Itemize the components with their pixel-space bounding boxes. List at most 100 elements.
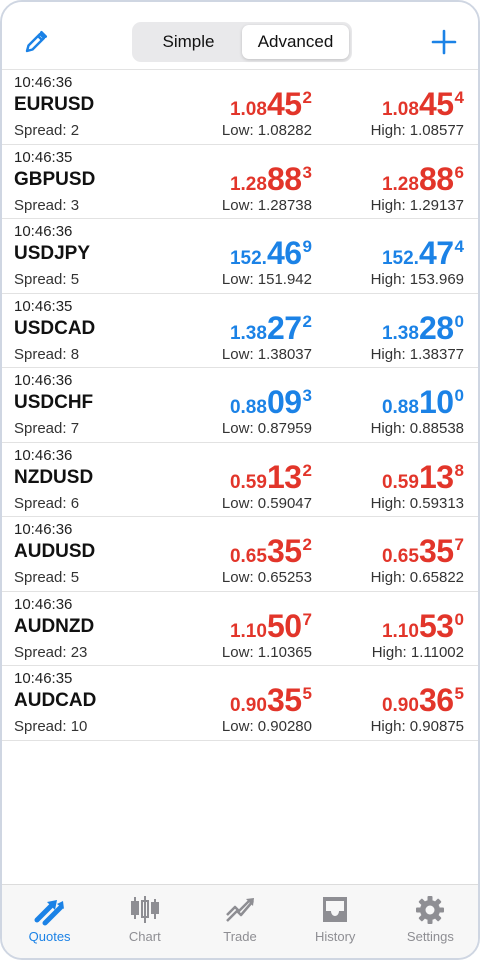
quote-high: High: 1.08577 xyxy=(370,122,464,139)
quote-spread: Spread: 6 xyxy=(14,494,80,512)
ask-price-prefix: 1.10 xyxy=(381,620,419,642)
trade-trend-icon xyxy=(226,898,254,922)
bid-price-prefix: 1.10 xyxy=(229,620,267,642)
bid-price-fraction: 2 xyxy=(302,535,312,554)
tab-label: History xyxy=(314,929,356,944)
ask-price-fraction: 0 xyxy=(454,386,464,405)
quote-high: High: 153.969 xyxy=(370,271,464,288)
quote-time: 10:46:36 xyxy=(14,372,73,389)
ask-price-fraction: 8 xyxy=(454,460,464,480)
quote-row-usdcad[interactable]: 10:46:35 USDCAD Spread: 8 1.38272 1.38280 Low… xyxy=(2,294,478,368)
ask-price-prefix: 0.90 xyxy=(381,695,419,716)
ask-price-pips: 10 xyxy=(418,384,454,420)
quote-spread: Spread: 10 xyxy=(14,718,88,735)
bid-price: 1.08452 xyxy=(229,86,312,122)
quote-symbol: USDJPY xyxy=(14,243,91,264)
ask-price-pips: 47 xyxy=(418,235,454,271)
quote-symbol: AUDNZD xyxy=(14,615,95,637)
bid-price-pips: 45 xyxy=(266,86,302,122)
ask-price: 0.88100 xyxy=(382,384,464,420)
bid-price-prefix: 0.65 xyxy=(229,546,267,567)
quote-low: Low: 0.65253 xyxy=(221,569,312,586)
ask-price-pips: 53 xyxy=(418,607,454,644)
bid-price: 0.65352 xyxy=(229,533,312,569)
bid-price-prefix: 0.59 xyxy=(229,471,267,493)
quote-row-usdchf[interactable]: 10:46:36 USDCHF Spread: 7 0.88093 0.88100 Low… xyxy=(2,368,478,443)
quote-spread: Spread: 5 xyxy=(14,569,80,586)
quote-row-gbpusd[interactable]: 10:46:35 GBPUSD Spread: 3 1.28883 1.28886 Low… xyxy=(2,145,478,219)
quote-row-audnzd[interactable]: 10:46:36 AUDNZD Spread: 23 1.10507 1.10530 Lo… xyxy=(2,592,478,666)
tab-trade[interactable]: Trade xyxy=(192,885,287,958)
ask-price: 1.10530 xyxy=(381,607,464,644)
quote-row-nzdusd[interactable]: 10:46:36 NZDUSD Spread: 6 0.59132 0.59138 Low… xyxy=(2,443,478,517)
tab-bar: Quotes Chart Trade History Settings xyxy=(2,884,478,958)
bid-price-fraction: 2 xyxy=(302,311,312,331)
tab-settings[interactable]: Settings xyxy=(383,885,478,958)
ask-price: 152.474 xyxy=(381,235,464,271)
quote-row-usdjpy[interactable]: 10:46:36 USDJPY Spread: 5 152.469 152.474 Low… xyxy=(2,219,478,294)
bid-price-fraction: 9 xyxy=(302,237,312,256)
quote-row-eurusd[interactable]: 10:46:36 EURUSD Spread: 2 1.08452 1.08454 Low… xyxy=(2,70,478,145)
quote-time: 10:46:36 xyxy=(14,223,73,240)
segment-simple[interactable]: Simple xyxy=(135,25,242,59)
bid-price-prefix: 0.90 xyxy=(229,695,267,716)
bid-price-fraction: 2 xyxy=(302,460,312,480)
ask-price-prefix: 0.65 xyxy=(381,546,419,567)
quotes-list: 10:46:36 EURUSD Spread: 2 1.08452 1.08454 Low… xyxy=(2,70,478,741)
ask-price-prefix: 1.08 xyxy=(381,99,419,120)
tab-label: Settings xyxy=(406,929,454,944)
ask-price: 1.08454 xyxy=(381,86,464,122)
bid-price-prefix: 1.28 xyxy=(229,173,267,195)
quote-spread: Spread: 23 xyxy=(14,643,88,661)
quote-high: High: 0.59313 xyxy=(370,494,464,512)
quote-high: High: 0.90875 xyxy=(370,718,464,735)
plus-icon[interactable] xyxy=(430,28,458,56)
bid-price-pips: 35 xyxy=(266,533,302,569)
quote-time: 10:46:36 xyxy=(14,521,73,538)
bid-price-prefix: 1.08 xyxy=(229,99,267,120)
quote-time: 10:46:36 xyxy=(14,74,73,91)
ask-price-fraction: 6 xyxy=(454,162,464,182)
tab-label: Trade xyxy=(223,929,257,944)
pencil-icon[interactable] xyxy=(22,28,50,56)
bid-price-prefix: 0.88 xyxy=(229,397,267,418)
quote-time: 10:46:35 xyxy=(14,148,73,166)
quote-symbol: USDCAD xyxy=(14,317,96,339)
bid-price-pips: 50 xyxy=(266,607,302,644)
bid-price-pips: 09 xyxy=(266,384,302,420)
tab-chart[interactable]: Chart xyxy=(97,885,192,958)
quote-symbol: NZDUSD xyxy=(14,466,94,488)
ask-price-fraction: 4 xyxy=(454,88,464,107)
ask-price-pips: 36 xyxy=(418,682,454,718)
bid-price-fraction: 2 xyxy=(302,88,312,107)
ask-price: 0.65357 xyxy=(381,533,464,569)
quote-time: 10:46:35 xyxy=(14,297,73,315)
ask-price-prefix: 152. xyxy=(381,248,419,269)
quote-spread: Spread: 8 xyxy=(14,345,80,363)
quote-row-audusd[interactable]: 10:46:36 AUDUSD Spread: 5 0.65352 0.65357 Low… xyxy=(2,517,478,592)
ask-price: 0.59138 xyxy=(382,458,464,495)
bid-price-pips: 27 xyxy=(266,309,302,346)
bid-price: 0.90355 xyxy=(229,682,312,718)
quote-low: Low: 0.90280 xyxy=(221,718,312,735)
tab-label: Chart xyxy=(128,929,161,944)
quote-low: Low: 1.10365 xyxy=(221,643,312,661)
quote-high: High: 1.29137 xyxy=(370,196,464,214)
quote-row-audcad[interactable]: 10:46:35 AUDCAD Spread: 10 0.90355 0.90365 Lo… xyxy=(2,666,478,741)
bid-price: 1.28883 xyxy=(229,161,312,197)
segment-advanced[interactable]: Advanced xyxy=(242,25,349,59)
quote-symbol: AUDCAD xyxy=(14,690,97,711)
tab-history[interactable]: History xyxy=(288,885,383,958)
bid-price-pips: 13 xyxy=(266,458,302,495)
ask-price-pips: 88 xyxy=(418,160,454,197)
quote-symbol: USDCHF xyxy=(14,392,94,413)
quote-low: Low: 1.28738 xyxy=(221,196,312,214)
quote-low: Low: 0.87959 xyxy=(221,420,312,437)
quote-time: 10:46:36 xyxy=(14,595,73,613)
quote-symbol: GBPUSD xyxy=(14,168,96,190)
tab-quotes[interactable]: Quotes xyxy=(2,885,97,958)
bid-price-fraction: 3 xyxy=(302,386,312,405)
quote-high: High: 0.65822 xyxy=(370,569,464,586)
bid-price: 0.59132 xyxy=(229,458,312,495)
ask-price-pips: 13 xyxy=(418,458,454,495)
